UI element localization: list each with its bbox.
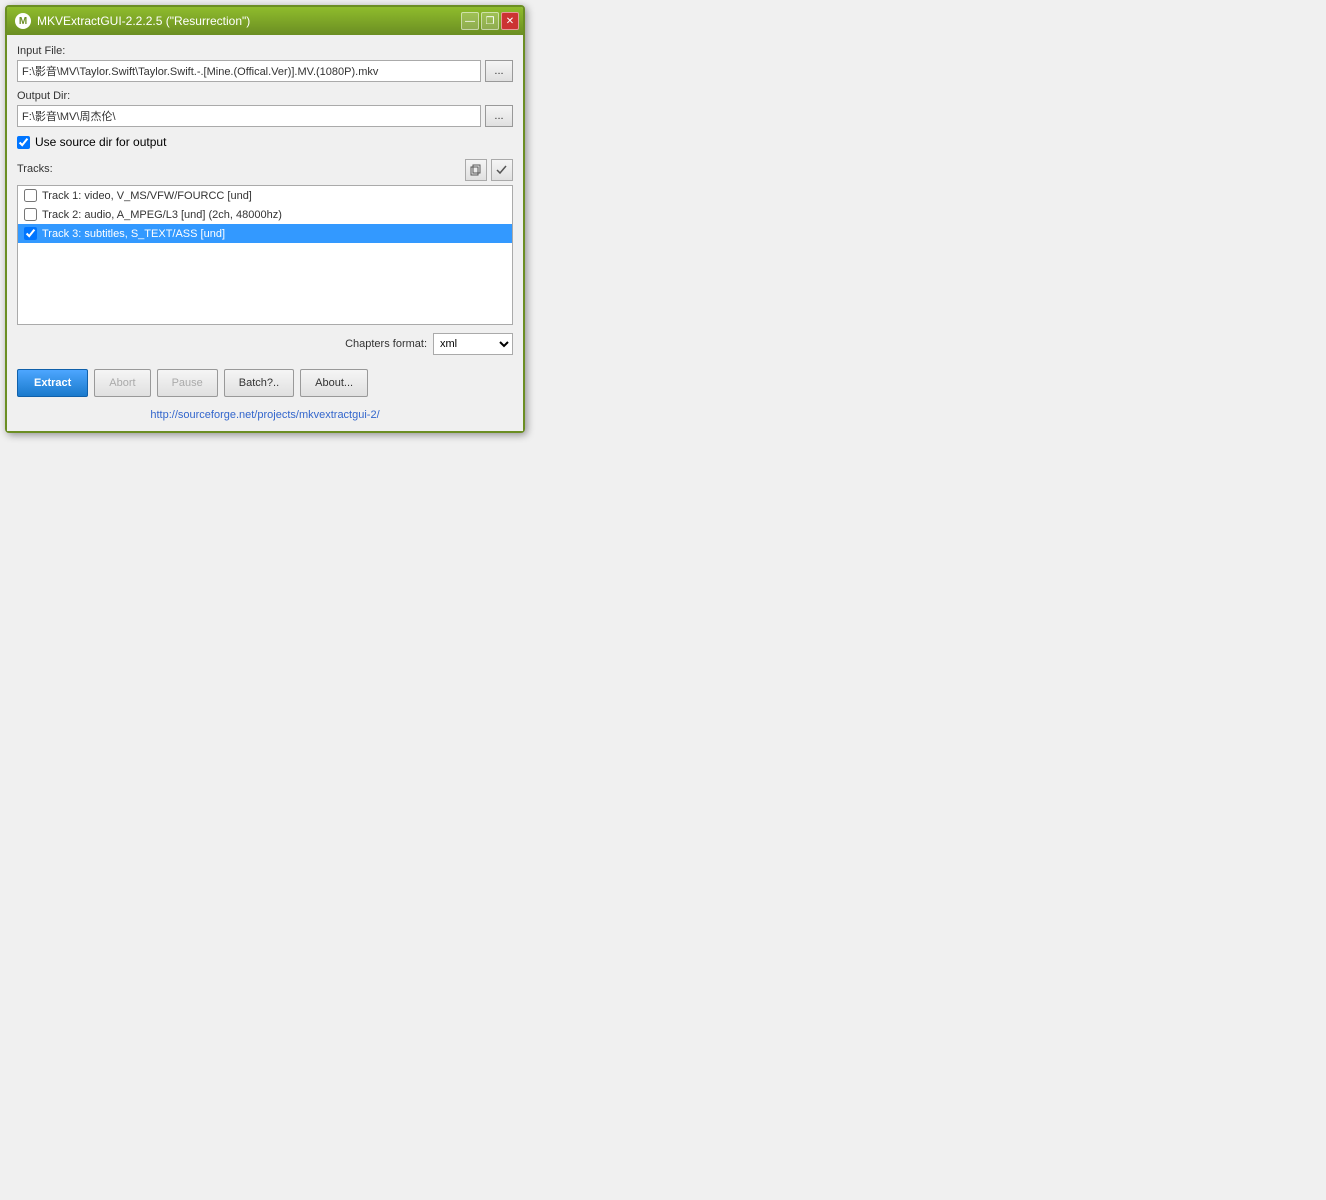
- link-row: http://sourceforge.net/projects/mkvextra…: [17, 407, 513, 421]
- about-button[interactable]: About...: [300, 369, 368, 397]
- output-dir-label: Output Dir:: [17, 90, 513, 102]
- input-file-row: ...: [17, 60, 513, 82]
- track-1-checkbox[interactable]: [24, 189, 37, 202]
- title-bar-buttons: — ❐ ✕: [461, 12, 519, 30]
- track-3-checkbox[interactable]: [24, 227, 37, 240]
- batch-button[interactable]: Batch?..: [224, 369, 294, 397]
- restore-button[interactable]: ❐: [481, 12, 499, 30]
- check-all-icon: [496, 164, 508, 176]
- sourceforge-link[interactable]: http://sourceforge.net/projects/mkvextra…: [150, 409, 379, 421]
- track-item[interactable]: Track 1: video, V_MS/VFW/FOURCC [und]: [18, 186, 512, 205]
- tracks-label: Tracks:: [17, 163, 53, 175]
- title-bar-left: M MKVExtractGUI-2.2.2.5 ("Resurrection"): [15, 13, 250, 29]
- chapters-format-label: Chapters format:: [345, 338, 427, 350]
- app-icon: M: [15, 13, 31, 29]
- input-file-label: Input File:: [17, 45, 513, 57]
- input-file-browse-button[interactable]: ...: [485, 60, 513, 82]
- track-item[interactable]: Track 2: audio, A_MPEG/L3 [und] (2ch, 48…: [18, 205, 512, 224]
- window-title: MKVExtractGUI-2.2.2.5 ("Resurrection"): [37, 14, 250, 28]
- close-button[interactable]: ✕: [501, 12, 519, 30]
- tracks-toolbar: [465, 159, 513, 181]
- tracks-list: Track 1: video, V_MS/VFW/FOURCC [und] Tr…: [17, 185, 513, 325]
- title-bar: M MKVExtractGUI-2.2.2.5 ("Resurrection")…: [7, 7, 523, 35]
- chapters-row: Chapters format: xml simple: [17, 333, 513, 355]
- input-file-field[interactable]: [17, 60, 481, 82]
- use-source-dir-checkbox-label: Use source dir for output: [35, 135, 166, 149]
- extract-button[interactable]: Extract: [17, 369, 88, 397]
- use-source-dir-checkbox[interactable]: [17, 136, 30, 149]
- main-window: M MKVExtractGUI-2.2.2.5 ("Resurrection")…: [5, 5, 525, 433]
- check-all-button[interactable]: [491, 159, 513, 181]
- track-1-label: Track 1: video, V_MS/VFW/FOURCC [und]: [42, 190, 252, 202]
- track-3-label: Track 3: subtitles, S_TEXT/ASS [und]: [42, 228, 225, 240]
- output-dir-row: ...: [17, 105, 513, 127]
- track-2-checkbox[interactable]: [24, 208, 37, 221]
- buttons-row: Extract Abort Pause Batch?.. About...: [17, 369, 513, 397]
- minimize-button[interactable]: —: [461, 12, 479, 30]
- output-dir-field[interactable]: [17, 105, 481, 127]
- output-dir-browse-button[interactable]: ...: [485, 105, 513, 127]
- use-source-dir-row: Use source dir for output: [17, 135, 513, 149]
- copy-tracks-button[interactable]: [465, 159, 487, 181]
- track-item[interactable]: Track 3: subtitles, S_TEXT/ASS [und]: [18, 224, 512, 243]
- copy-icon: [470, 164, 482, 176]
- pause-button[interactable]: Pause: [157, 369, 218, 397]
- track-2-label: Track 2: audio, A_MPEG/L3 [und] (2ch, 48…: [42, 209, 282, 221]
- abort-button[interactable]: Abort: [94, 369, 150, 397]
- window-body: Input File: ... Output Dir: ... Use sour…: [7, 35, 523, 431]
- chapters-format-select[interactable]: xml simple: [433, 333, 513, 355]
